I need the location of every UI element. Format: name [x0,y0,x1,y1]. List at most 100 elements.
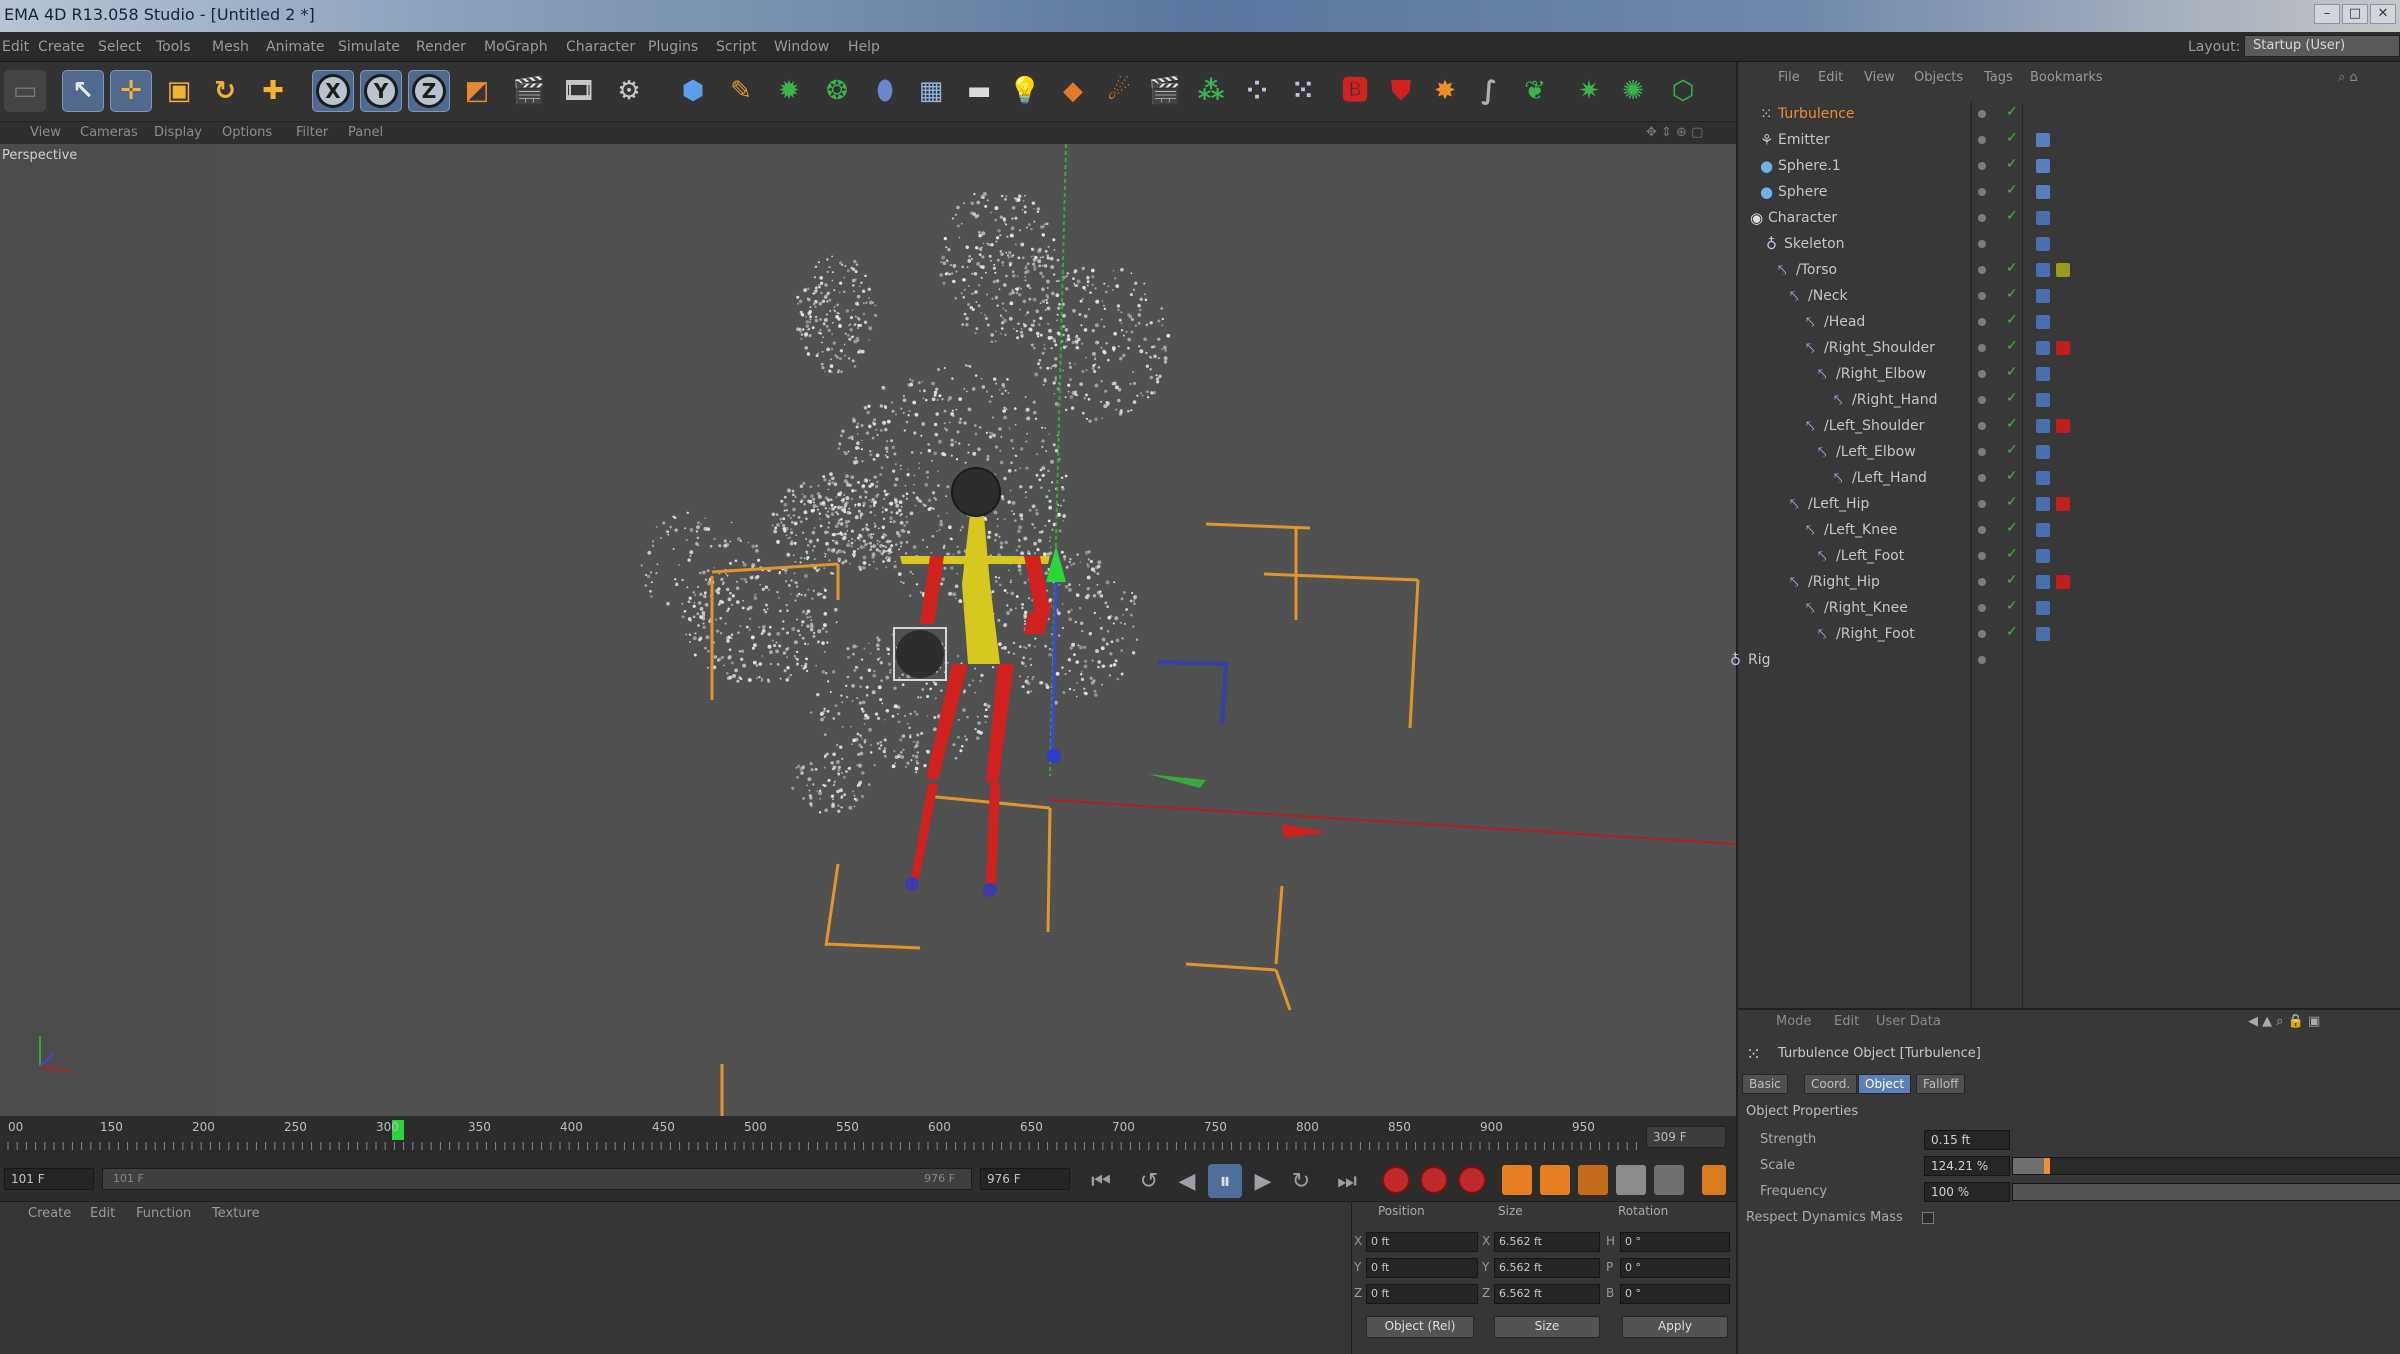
live-selection-icon[interactable]: ↖ [62,70,104,112]
object-row[interactable]: ⤣ /Left_Hip ✓ [1738,492,2400,518]
object-row[interactable]: ⤣ /Right_Hip ✓ [1738,570,2400,596]
viewport-menu-options[interactable]: Options [222,125,272,140]
viewport-menu-filter[interactable]: Filter [296,125,328,140]
enabled-check-icon[interactable]: ✓ [2006,390,2018,406]
object-row[interactable]: ⤣ /Left_Foot ✓ [1738,544,2400,570]
scheme-icon[interactable] [1702,1165,1726,1195]
viewport-nav-icons[interactable]: ✥ ⇕ ⊕ ▢ [1646,125,1703,140]
attr-menu-mode[interactable]: Mode [1776,1014,1811,1029]
material-manager[interactable]: Create Edit Function Texture [0,1202,1352,1354]
menu-character[interactable]: Character [566,39,635,55]
visibility-dot-icon[interactable] [1978,188,1986,196]
character-bone-icon[interactable]: 🅱 [1334,70,1376,112]
next-frame-icon[interactable]: ▶ [1246,1164,1280,1198]
spline-pen-icon[interactable]: ✎ [720,70,762,112]
visibility-dot-icon[interactable] [1978,266,1986,274]
object-row[interactable]: ⤣ /Left_Shoulder ✓ [1738,414,2400,440]
attr-menu-edit[interactable]: Edit [1834,1014,1859,1029]
object-row[interactable]: ⁙ Turbulence ✓ [1738,102,2400,128]
object-tag-icon[interactable] [2036,263,2050,277]
object-tag-icon[interactable] [2036,549,2050,563]
position-z-field[interactable]: 0 ft [1366,1284,1478,1304]
attr-menu-user-data[interactable]: User Data [1876,1014,1941,1029]
material-menu-function[interactable]: Function [136,1206,191,1221]
tab-coord[interactable]: Coord. [1804,1074,1858,1094]
object-tag-icon[interactable] [2036,341,2050,355]
visibility-dot-icon[interactable] [1978,162,1986,170]
object-tag-icon[interactable] [2036,185,2050,199]
enabled-check-icon[interactable]: ✓ [2006,546,2018,562]
menu-simulate[interactable]: Simulate [338,39,400,55]
coordinate-tool-icon[interactable]: ✚ [252,70,294,112]
object-row[interactable]: ⤣ /Right_Shoulder ✓ [1738,336,2400,362]
object-row[interactable]: ● Sphere.1 ✓ [1738,154,2400,180]
objects-menu-edit[interactable]: Edit [1818,70,1843,85]
current-frame-field[interactable]: 101 F [4,1168,94,1190]
light-icon[interactable]: 💡 [1004,70,1046,112]
world-coordinates-icon[interactable]: ◩ [456,70,498,112]
viewport-menu-display[interactable]: Display [154,125,202,140]
record-active-icon[interactable] [1382,1166,1410,1194]
tab-falloff[interactable]: Falloff [1916,1074,1966,1094]
visibility-dot-icon[interactable] [1978,318,1986,326]
respect-dynamics-mass-checkbox[interactable] [1922,1212,1934,1224]
menu-animate[interactable]: Animate [266,39,325,55]
perspective-viewport[interactable]: Perspective [0,144,1736,1116]
objects-menu-view[interactable]: View [1864,70,1895,85]
rotate-tool-icon[interactable]: ↻ [204,70,246,112]
render-picture-viewer-icon[interactable]: 🎞 [558,70,600,112]
position-y-field[interactable]: 0 ft [1366,1258,1478,1278]
size-x-field[interactable]: 6.562 ft [1494,1232,1600,1252]
clapper-icon[interactable]: 🎬 [1144,70,1186,112]
max-frame-field[interactable]: 976 F [980,1168,1070,1190]
viewport-menu-panel[interactable]: Panel [348,125,383,140]
scale-tool-icon[interactable]: ▣ [158,70,200,112]
enabled-check-icon[interactable]: ✓ [2006,520,2018,536]
enabled-check-icon[interactable]: ✓ [2006,598,2018,614]
goto-end-icon[interactable]: ⏭ [1330,1164,1364,1198]
object-tag-icon[interactable] [2036,575,2050,589]
object-row[interactable]: ⚘ Emitter ✓ [1738,128,2400,154]
viewport-menu-cameras[interactable]: Cameras [80,125,138,140]
y-axis-lock-button[interactable]: Y [360,70,402,112]
menu-create[interactable]: Create [38,39,85,55]
objects-menu-tags[interactable]: Tags [1984,70,2013,85]
enabled-check-icon[interactable]: ✓ [2006,364,2018,380]
object-row[interactable]: ⤣ /Left_Knee ✓ [1738,518,2400,544]
visibility-dot-icon[interactable] [1978,370,1986,378]
pause-icon[interactable]: ⏸ [1208,1164,1242,1198]
visibility-dot-icon[interactable] [1978,500,1986,508]
particles-icon[interactable]: ⁂ [1190,70,1232,112]
emitter-icon[interactable]: ☄ [1098,70,1140,112]
enabled-check-icon[interactable]: ✓ [2006,182,2018,198]
objects-menu-bookmarks[interactable]: Bookmarks [2030,70,2103,85]
feather-icon[interactable]: ❦ [1514,70,1556,112]
visibility-dot-icon[interactable] [1978,396,1986,404]
objects-menu-file[interactable]: File [1778,70,1800,85]
close-button[interactable]: ✕ [2370,4,2396,24]
maximize-button[interactable]: □ [2342,4,2368,24]
coordinate-mode-dropdown[interactable]: Object (Rel) [1366,1316,1474,1338]
autokey-icon[interactable] [1420,1166,1448,1194]
camera-icon[interactable]: ▬ [958,70,1000,112]
object-row[interactable]: ⤣ /Right_Elbow ✓ [1738,362,2400,388]
visibility-dot-icon[interactable] [1978,292,1986,300]
visibility-dot-icon[interactable] [1978,526,1986,534]
visibility-dot-icon[interactable] [1978,474,1986,482]
enabled-check-icon[interactable]: ✓ [2006,442,2018,458]
object-tag-icon[interactable] [2036,133,2050,147]
attr-nav-icons[interactable]: ◀ ▲ ⌕ 🔒 ▣ [2248,1014,2320,1029]
goto-start-icon[interactable]: ⏮ [1084,1164,1118,1198]
objects-search-icon[interactable]: ⌕ ⌂ [2338,70,2358,85]
enabled-check-icon[interactable]: ✓ [2006,260,2018,276]
object-row[interactable]: ⤣ /Neck ✓ [1738,284,2400,310]
sparkle-icon[interactable]: ✺ [1612,70,1654,112]
cube-icon[interactable]: ⬢ [672,70,714,112]
viewport-menu-view[interactable]: View [30,125,61,140]
menu-mograph[interactable]: MoGraph [484,39,548,55]
scale-slider[interactable] [2012,1157,2400,1175]
array-icon[interactable]: ❂ [816,70,858,112]
fracture-icon[interactable]: ◆ [1052,70,1094,112]
enabled-check-icon[interactable]: ✓ [2006,104,2018,120]
objects-menu-objects[interactable]: Objects [1914,70,1963,85]
